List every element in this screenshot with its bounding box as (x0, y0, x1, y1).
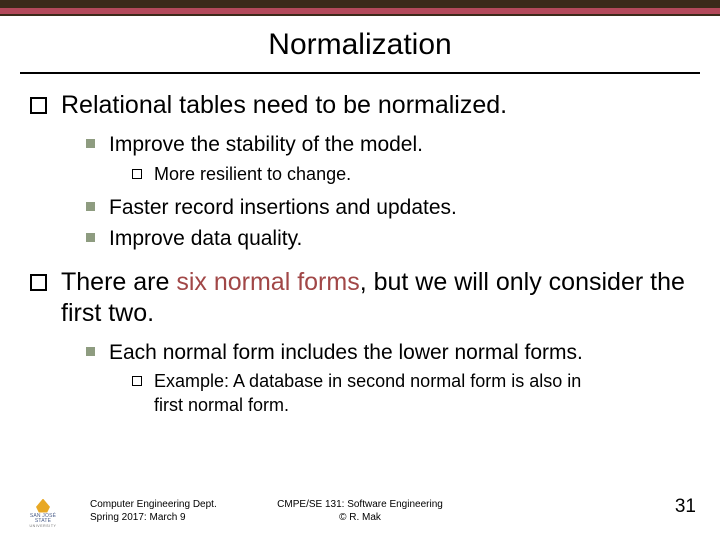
bullet-text: Relational tables need to be normalized. (61, 90, 507, 121)
bullet-text: Example: A database in second normal for… (154, 370, 584, 417)
square-solid-bullet-icon (86, 233, 95, 242)
page-number: 31 (675, 496, 696, 518)
footer: SAN JOSÉ STATE UNIVERSITY Computer Engin… (0, 490, 720, 530)
lvl3-group: More resilient to change. (132, 163, 690, 186)
lvl2-group: Each normal form includes the lower norm… (86, 339, 690, 417)
logo-subtext: UNIVERSITY (22, 524, 64, 528)
square-solid-bullet-icon (86, 139, 95, 148)
square-open-bullet-icon (132, 169, 142, 179)
bullet-lvl2: Faster record insertions and updates. (86, 194, 690, 221)
bullet-text: Each normal form includes the lower norm… (109, 339, 583, 366)
footer-center-line2: © R. Mak (339, 512, 381, 523)
square-solid-bullet-icon (86, 202, 95, 211)
square-open-bullet-icon (30, 97, 47, 114)
square-open-bullet-icon (30, 274, 47, 291)
square-solid-bullet-icon (86, 347, 95, 356)
bullet-lvl3: More resilient to change. (132, 163, 690, 186)
bullet-text: Faster record insertions and updates. (109, 194, 457, 221)
title-underline (20, 72, 700, 74)
content-area: Relational tables need to be normalized.… (30, 90, 690, 429)
bullet-text: Improve data quality. (109, 225, 302, 252)
decor-top-band (0, 0, 720, 8)
bullet-lvl1: Relational tables need to be normalized. (30, 90, 690, 121)
bullet-text: There are six normal forms, but we will … (61, 267, 690, 330)
footer-center-line1: CMPE/SE 131: Software Engineering (277, 499, 443, 510)
text-pre: There are (61, 268, 176, 296)
bullet-lvl2: Improve the stability of the model. (86, 131, 690, 158)
decor-divider (0, 14, 720, 16)
lvl2-group: Improve the stability of the model. More… (86, 131, 690, 252)
bullet-text: More resilient to change. (154, 163, 351, 186)
lvl3-group: Example: A database in second normal for… (132, 370, 690, 417)
slide: Normalization Relational tables need to … (0, 0, 720, 540)
bullet-lvl3: Example: A database in second normal for… (132, 370, 690, 417)
bullet-lvl1: There are six normal forms, but we will … (30, 267, 690, 330)
slide-title: Normalization (0, 28, 720, 62)
square-open-bullet-icon (132, 376, 142, 386)
text-accent: six normal forms (176, 268, 359, 296)
bullet-text: Improve the stability of the model. (109, 131, 423, 158)
bullet-lvl2: Each normal form includes the lower norm… (86, 339, 690, 366)
bullet-lvl2: Improve data quality. (86, 225, 690, 252)
footer-center: CMPE/SE 131: Software Engineering © R. M… (0, 499, 720, 524)
